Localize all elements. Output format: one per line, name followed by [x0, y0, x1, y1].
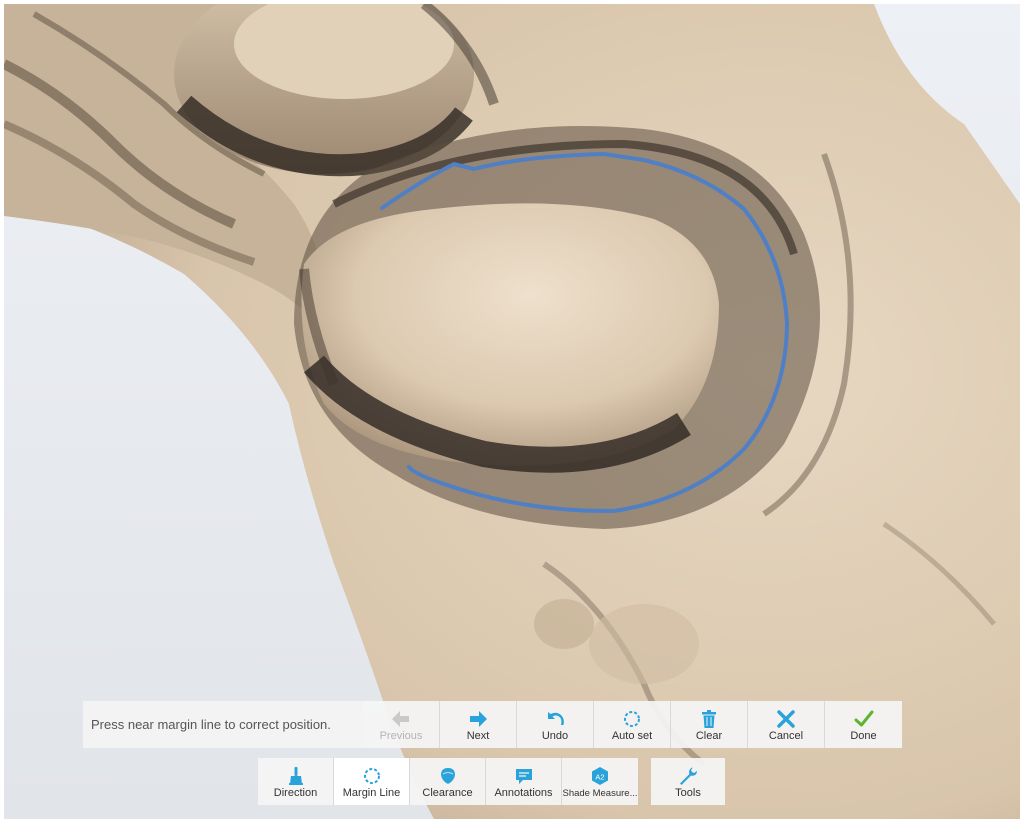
- shade-measure-label: Shade Measure...: [562, 788, 638, 799]
- tools-toolbar: Tools: [651, 758, 725, 805]
- clear-label: Clear: [695, 730, 723, 742]
- design-step-toolbar: Direction Margin Line Clearance Annotati…: [258, 758, 638, 805]
- direction-button[interactable]: Direction: [258, 758, 334, 805]
- tools-button[interactable]: Tools: [651, 758, 725, 805]
- wrench-icon: [680, 767, 698, 785]
- undo-button[interactable]: Undo: [517, 701, 594, 748]
- undo-icon: [548, 712, 564, 725]
- checkmark-icon: [854, 710, 873, 727]
- tools-label: Tools: [675, 787, 701, 799]
- brush-icon: [288, 767, 303, 785]
- status-message: Press near margin line to correct positi…: [91, 717, 331, 732]
- dotted-circle-icon: [363, 768, 380, 784]
- x-icon: [777, 710, 795, 728]
- status-message-box: Press near margin line to correct positi…: [83, 701, 363, 748]
- dotted-circle-icon: [624, 711, 640, 727]
- margin-toolbar: Previous Next Undo Auto set Clear Cancel…: [363, 701, 902, 748]
- clearance-button[interactable]: Clearance: [410, 758, 486, 805]
- annotations-button[interactable]: Annotations: [486, 758, 562, 805]
- annotations-label: Annotations: [494, 787, 553, 799]
- cancel-button[interactable]: Cancel: [748, 701, 825, 748]
- shade-badge-icon: A2: [592, 767, 608, 785]
- undo-label: Undo: [541, 730, 569, 742]
- tooth-scan-model[interactable]: [4, 4, 1020, 819]
- trash-icon: [702, 710, 716, 728]
- arrow-right-icon: [470, 711, 487, 727]
- auto-set-label: Auto set: [611, 730, 653, 742]
- clearance-label: Clearance: [422, 787, 473, 799]
- done-label: Done: [850, 730, 877, 742]
- shade-measure-button[interactable]: A2 Shade Measure...: [562, 758, 638, 805]
- 3d-viewport[interactable]: [4, 4, 1020, 819]
- margin-line-button[interactable]: Margin Line: [334, 758, 410, 805]
- tooth-icon: [440, 768, 455, 784]
- next-button[interactable]: Next: [440, 701, 517, 748]
- next-label: Next: [466, 730, 490, 742]
- previous-label: Previous: [379, 730, 423, 742]
- arrow-left-icon: [392, 711, 409, 727]
- margin-line-label: Margin Line: [342, 787, 401, 799]
- previous-button[interactable]: Previous: [363, 701, 440, 748]
- direction-label: Direction: [273, 787, 318, 799]
- shade-badge-text: A2: [595, 773, 604, 782]
- done-button[interactable]: Done: [825, 701, 902, 748]
- comment-icon: [515, 769, 532, 784]
- auto-set-button[interactable]: Auto set: [594, 701, 671, 748]
- clear-button[interactable]: Clear: [671, 701, 748, 748]
- cancel-label: Cancel: [768, 730, 804, 742]
